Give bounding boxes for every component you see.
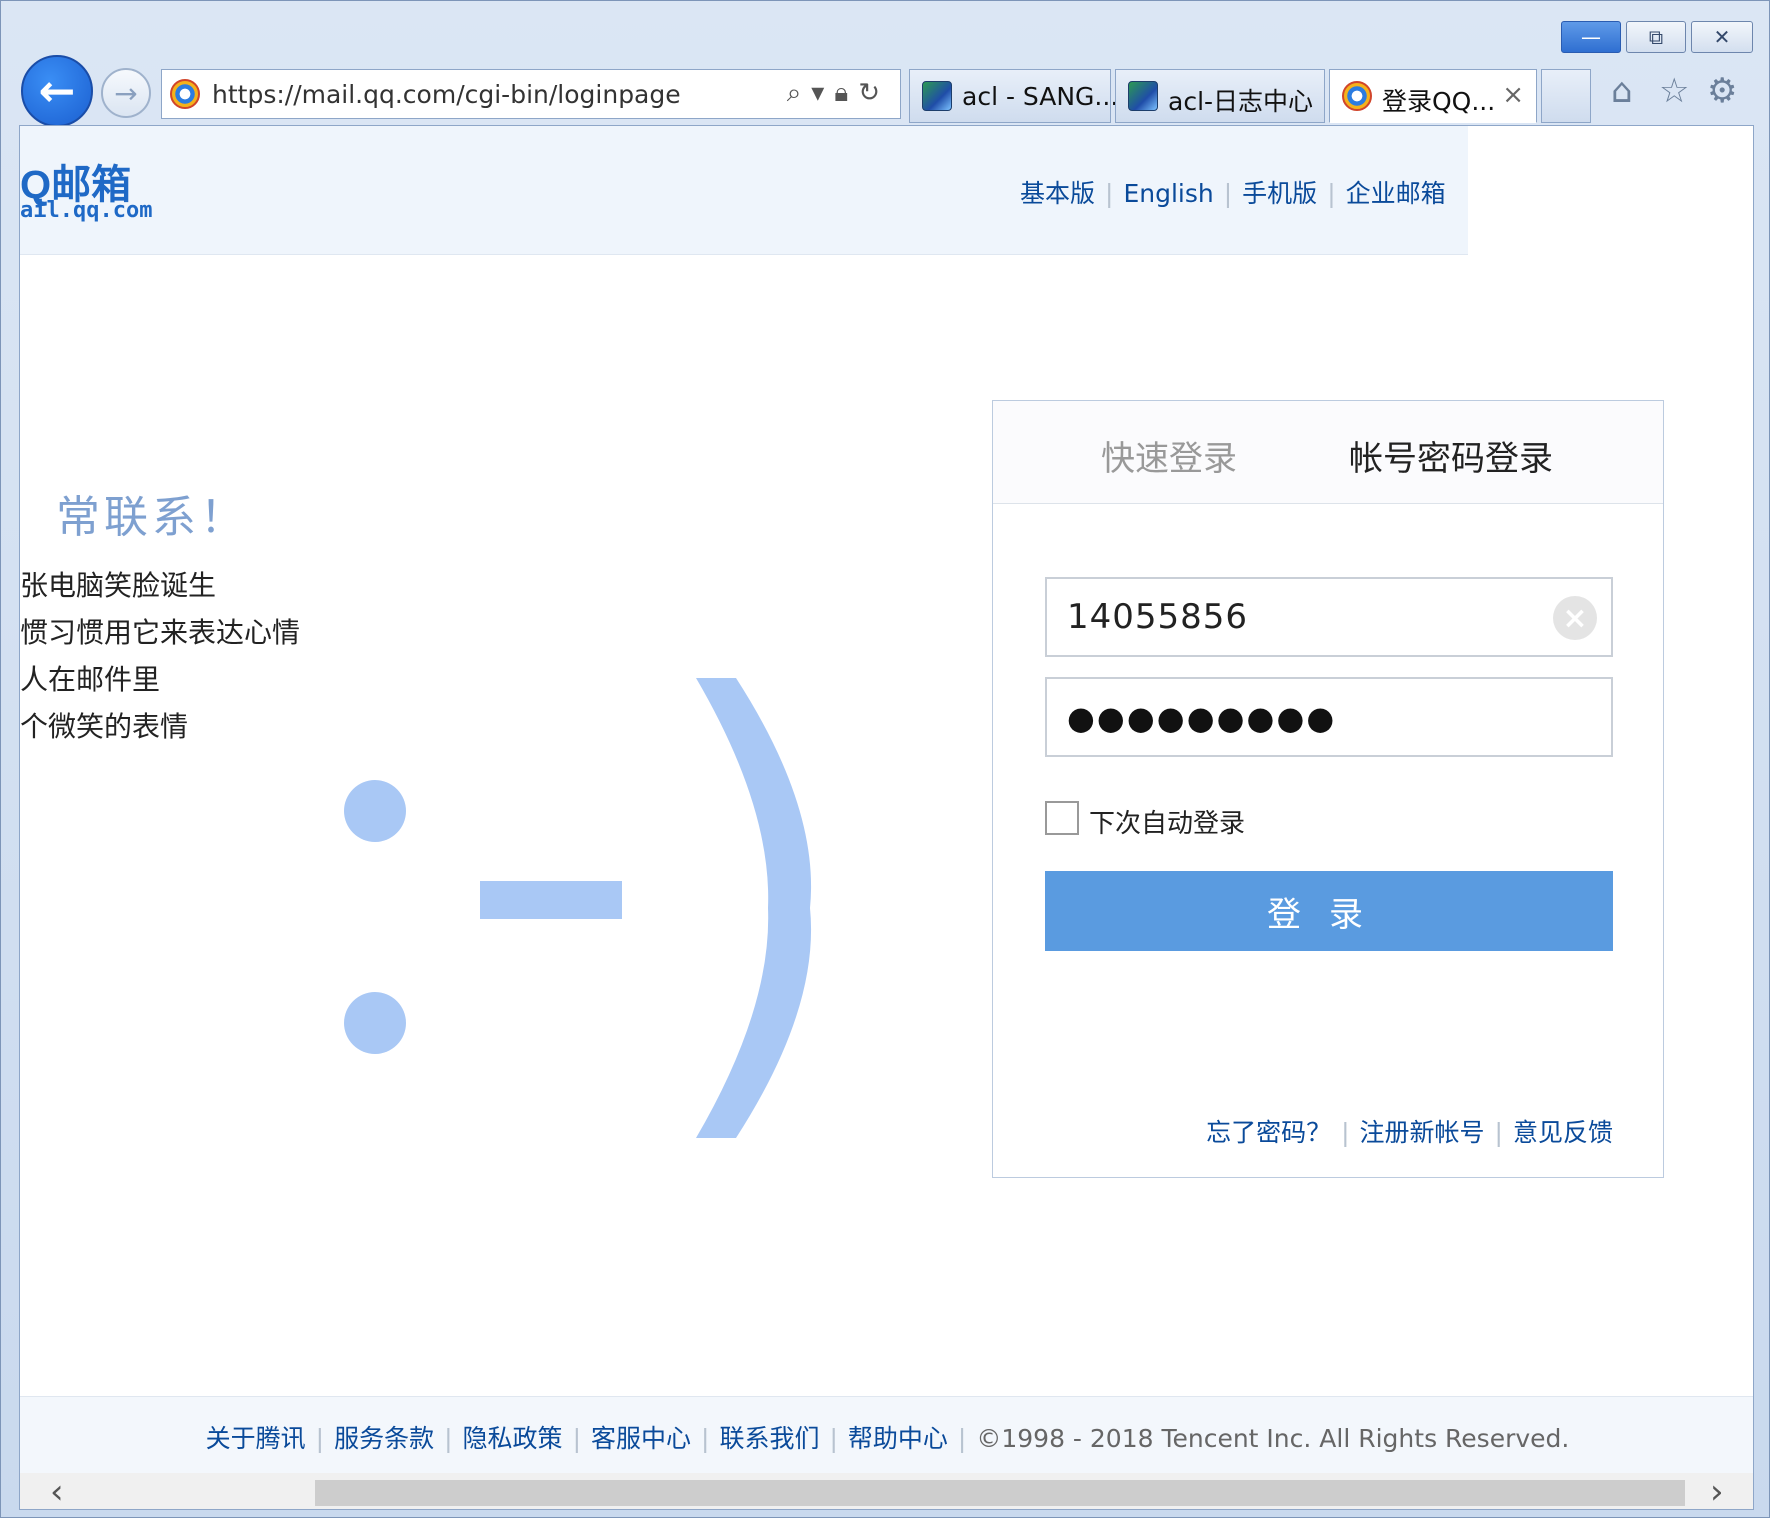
login-button[interactable]: 登录 (1045, 871, 1613, 951)
star-icon[interactable]: ☆ (1659, 71, 1689, 111)
smiley-mouth (696, 678, 812, 1138)
mail-logo-domain: ail.qq.com (20, 198, 153, 223)
minimize-icon: — (1581, 25, 1601, 49)
link-help[interactable]: 帮助中心 (848, 1424, 948, 1453)
link-about-tencent[interactable]: 关于腾讯 (206, 1424, 306, 1453)
page-footer: 关于腾讯 | 服务条款 | 隐私政策 | 客服中心 | 联系我们 | 帮助中心 | ©1998 - 20… (20, 1396, 1753, 1474)
restore-button[interactable]: ⧉ (1626, 21, 1686, 53)
refresh-icon[interactable]: ↻ (858, 78, 890, 108)
link-forgot-password[interactable]: 忘了密码？ (1206, 1118, 1331, 1147)
scroll-right-icon[interactable]: › (1710, 1473, 1724, 1509)
link-terms[interactable]: 服务条款 (334, 1424, 434, 1453)
dropdown-icon[interactable]: ▾ (811, 78, 834, 108)
username-input[interactable]: 14055856 × (1045, 577, 1613, 657)
remember-label[interactable]: 下次自动登录 (1089, 803, 1245, 840)
minimize-button[interactable]: — (1561, 21, 1621, 53)
promo-line: 张电脑笑脸诞生 (20, 569, 217, 602)
tab-qq-login[interactable]: 登录QQ... × (1329, 69, 1537, 123)
link-basic-version[interactable]: 基本版 (1020, 179, 1095, 208)
tab-label: acl-日志中心 (1168, 87, 1314, 116)
arrow-left-icon: ← (38, 65, 76, 117)
password-value: ●●●●●●●●● (1067, 699, 1337, 737)
home-icon[interactable]: ⌂ (1611, 71, 1633, 111)
promo-line: 人在邮件里 (20, 663, 161, 696)
login-tabs: 快速登录 帐号密码登录 (993, 401, 1663, 504)
link-privacy[interactable]: 隐私政策 (463, 1424, 563, 1453)
address-url[interactable]: https://mail.qq.com/cgi-bin/loginpage (212, 80, 681, 109)
arrow-right-icon: → (114, 76, 138, 110)
tab-label: 登录QQ... (1382, 87, 1496, 116)
promo-text: 张电脑笑脸诞生 惯习惯用它来表达心情 人在邮件里 个微笑的表情 (20, 562, 300, 750)
lock-icon[interactable]: 🔒︎ (834, 78, 858, 108)
link-enterprise-mail[interactable]: 企业邮箱 (1346, 179, 1446, 208)
login-panel: 快速登录 帐号密码登录 14055856 × ●●●●●●●●● 下次自动登录 … (992, 400, 1664, 1178)
promo-line: 个微笑的表情 (20, 710, 189, 743)
qq-favicon-icon (170, 79, 200, 109)
close-icon: ✕ (1713, 25, 1731, 49)
acl-app-icon (1128, 81, 1158, 111)
link-contact[interactable]: 联系我们 (719, 1424, 819, 1453)
back-button[interactable]: ← (21, 55, 93, 127)
address-bar[interactable]: https://mail.qq.com/cgi-bin/loginpage ⌕▾… (161, 69, 901, 119)
link-mobile-version[interactable]: 手机版 (1242, 179, 1317, 208)
acl-app-icon (922, 81, 952, 111)
tab-acl-log-center[interactable]: acl-日志中心 (1115, 69, 1325, 123)
link-register[interactable]: 注册新帐号 (1360, 1118, 1485, 1147)
new-tab-button[interactable] (1541, 69, 1591, 123)
search-icon[interactable]: ⌕ (787, 78, 812, 108)
tab-acl-sang[interactable]: acl - SANG... (909, 69, 1118, 123)
browser-window: — ⧉ ✕ ← → https://mail.qq.com/cgi-bin/lo… (0, 0, 1770, 1518)
scrollbar-thumb[interactable] (315, 1480, 1685, 1506)
smiley-eye-bottom (344, 992, 406, 1054)
address-tools: ⌕▾🔒︎↻ (787, 78, 890, 109)
link-support[interactable]: 客服中心 (591, 1424, 691, 1453)
header-links: 基本版 | English | 手机版 | 企业邮箱 (1020, 179, 1446, 208)
restore-icon: ⧉ (1648, 25, 1664, 49)
page-content: Q邮箱 ail.qq.com 基本版 | English | 手机版 | 企业邮箱 常联系！… (19, 125, 1754, 1510)
link-feedback[interactable]: 意见反馈 (1513, 1118, 1613, 1147)
tab-account-login[interactable]: 帐号密码登录 (1349, 431, 1553, 480)
tab-label: acl - SANG... (962, 82, 1119, 111)
promo-line: 惯习惯用它来表达心情 (20, 616, 301, 649)
smiley-eye-top (344, 780, 406, 842)
smiley-nose (480, 881, 622, 919)
copyright: ©1998 - 2018 Tencent Inc. All Rights Res… (976, 1424, 1570, 1453)
gear-icon[interactable]: ⚙ (1707, 71, 1737, 111)
footer-links: 关于腾讯 | 服务条款 | 隐私政策 | 客服中心 | 联系我们 | 帮助中心 | ©1998 - 20… (205, 1424, 1570, 1453)
scroll-left-icon[interactable]: ‹ (50, 1473, 64, 1509)
horizontal-scrollbar[interactable]: ‹ › (20, 1473, 1753, 1509)
username-value: 14055856 (1067, 597, 1249, 637)
remember-checkbox[interactable] (1045, 801, 1079, 835)
password-input[interactable]: ●●●●●●●●● (1045, 677, 1613, 757)
close-window-button[interactable]: ✕ (1691, 21, 1753, 53)
login-help-links: 忘了密码？ | 注册新帐号 | 意见反馈 (1206, 1118, 1613, 1147)
tab-quick-login[interactable]: 快速登录 (1101, 431, 1237, 480)
close-tab-icon[interactable]: × (1502, 80, 1524, 110)
close-icon: × (1562, 600, 1588, 636)
promo-slogan: 常联系！ (56, 492, 248, 543)
clear-input-button[interactable]: × (1553, 596, 1597, 640)
link-english[interactable]: English (1123, 179, 1213, 208)
qq-favicon-icon (1342, 81, 1372, 111)
forward-button[interactable]: → (101, 68, 151, 118)
mail-header: Q邮箱 ail.qq.com 基本版 | English | 手机版 | 企业邮箱 (20, 126, 1468, 255)
